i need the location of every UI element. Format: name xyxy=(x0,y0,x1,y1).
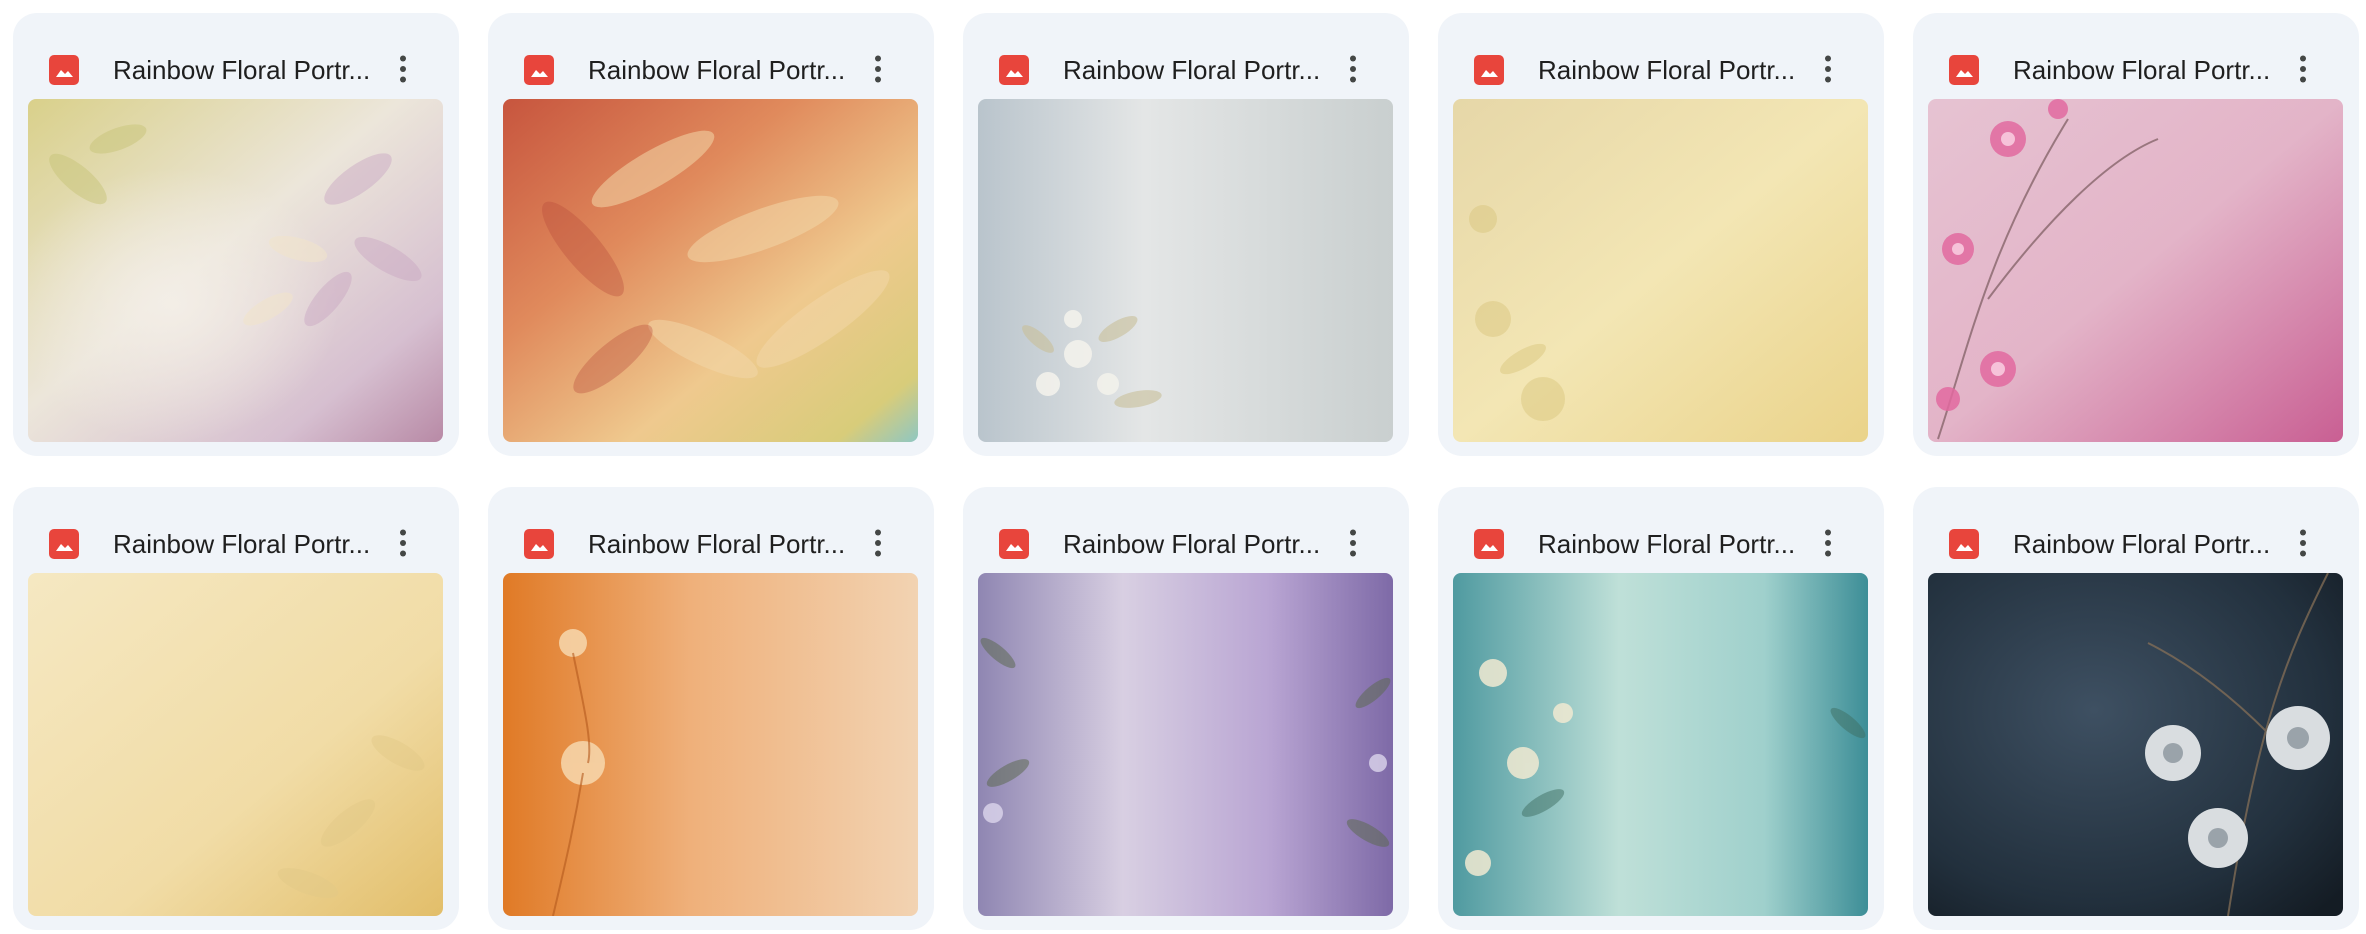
image-file-icon xyxy=(999,529,1029,559)
file-card[interactable]: Rainbow Floral Portr... xyxy=(13,487,459,930)
file-thumbnail[interactable] xyxy=(28,99,443,442)
more-options-button[interactable] xyxy=(1333,49,1373,89)
file-title: Rainbow Floral Portr... xyxy=(1063,529,1321,559)
file-card-header: Rainbow Floral Portr... xyxy=(1438,487,1884,575)
file-card-header: Rainbow Floral Portr... xyxy=(1913,487,2359,575)
file-card[interactable]: Rainbow Floral Portr... xyxy=(13,13,459,456)
more-vert-icon xyxy=(1350,529,1356,557)
more-vert-icon xyxy=(400,55,406,83)
more-options-button[interactable] xyxy=(858,49,898,89)
file-card-header: Rainbow Floral Portr... xyxy=(13,487,459,575)
file-card-header: Rainbow Floral Portr... xyxy=(488,13,934,101)
file-card[interactable]: Rainbow Floral Portr... xyxy=(963,487,1409,930)
file-title: Rainbow Floral Portr... xyxy=(1063,55,1321,85)
image-file-icon xyxy=(1949,529,1979,559)
file-card[interactable]: Rainbow Floral Portr... xyxy=(963,13,1409,456)
file-card[interactable]: Rainbow Floral Portr... xyxy=(1438,13,1884,456)
more-vert-icon xyxy=(875,529,881,557)
file-thumbnail[interactable] xyxy=(1928,99,2343,442)
more-options-button[interactable] xyxy=(383,49,423,89)
more-vert-icon xyxy=(1825,529,1831,557)
more-vert-icon xyxy=(875,55,881,83)
file-thumbnail[interactable] xyxy=(503,99,918,442)
file-card-header: Rainbow Floral Portr... xyxy=(1438,13,1884,101)
more-vert-icon xyxy=(2300,55,2306,83)
file-card-header: Rainbow Floral Portr... xyxy=(1913,13,2359,101)
file-title: Rainbow Floral Portr... xyxy=(113,55,371,85)
image-file-icon xyxy=(524,529,554,559)
more-options-button[interactable] xyxy=(1808,523,1848,563)
image-file-icon xyxy=(999,55,1029,85)
file-thumbnail[interactable] xyxy=(28,573,443,916)
image-file-icon xyxy=(49,55,79,85)
file-title: Rainbow Floral Portr... xyxy=(2013,55,2271,85)
file-title: Rainbow Floral Portr... xyxy=(588,529,846,559)
more-options-button[interactable] xyxy=(1333,523,1373,563)
file-card[interactable]: Rainbow Floral Portr... xyxy=(488,13,934,456)
file-title: Rainbow Floral Portr... xyxy=(1538,529,1796,559)
file-title: Rainbow Floral Portr... xyxy=(113,529,371,559)
image-file-icon xyxy=(1949,55,1979,85)
file-thumbnail[interactable] xyxy=(1453,99,1868,442)
file-thumbnail[interactable] xyxy=(1453,573,1868,916)
file-thumbnail[interactable] xyxy=(978,99,1393,442)
file-card[interactable]: Rainbow Floral Portr... xyxy=(1913,487,2359,930)
more-vert-icon xyxy=(1825,55,1831,83)
file-grid: Rainbow Floral Portr... Rainbow Floral P… xyxy=(0,0,2366,934)
file-title: Rainbow Floral Portr... xyxy=(588,55,846,85)
file-card-header: Rainbow Floral Portr... xyxy=(963,13,1409,101)
more-options-button[interactable] xyxy=(1808,49,1848,89)
more-options-button[interactable] xyxy=(383,523,423,563)
more-options-button[interactable] xyxy=(2283,523,2323,563)
more-options-button[interactable] xyxy=(858,523,898,563)
more-options-button[interactable] xyxy=(2283,49,2323,89)
file-card[interactable]: Rainbow Floral Portr... xyxy=(1438,487,1884,930)
image-file-icon xyxy=(1474,529,1504,559)
file-title: Rainbow Floral Portr... xyxy=(1538,55,1796,85)
file-title: Rainbow Floral Portr... xyxy=(2013,529,2271,559)
file-thumbnail[interactable] xyxy=(978,573,1393,916)
file-thumbnail[interactable] xyxy=(503,573,918,916)
more-vert-icon xyxy=(400,529,406,557)
more-vert-icon xyxy=(2300,529,2306,557)
image-file-icon xyxy=(49,529,79,559)
image-file-icon xyxy=(1474,55,1504,85)
file-card-header: Rainbow Floral Portr... xyxy=(13,13,459,101)
file-thumbnail[interactable] xyxy=(1928,573,2343,916)
image-file-icon xyxy=(524,55,554,85)
file-card[interactable]: Rainbow Floral Portr... xyxy=(1913,13,2359,456)
file-card-header: Rainbow Floral Portr... xyxy=(963,487,1409,575)
file-card-header: Rainbow Floral Portr... xyxy=(488,487,934,575)
file-card[interactable]: Rainbow Floral Portr... xyxy=(488,487,934,930)
more-vert-icon xyxy=(1350,55,1356,83)
